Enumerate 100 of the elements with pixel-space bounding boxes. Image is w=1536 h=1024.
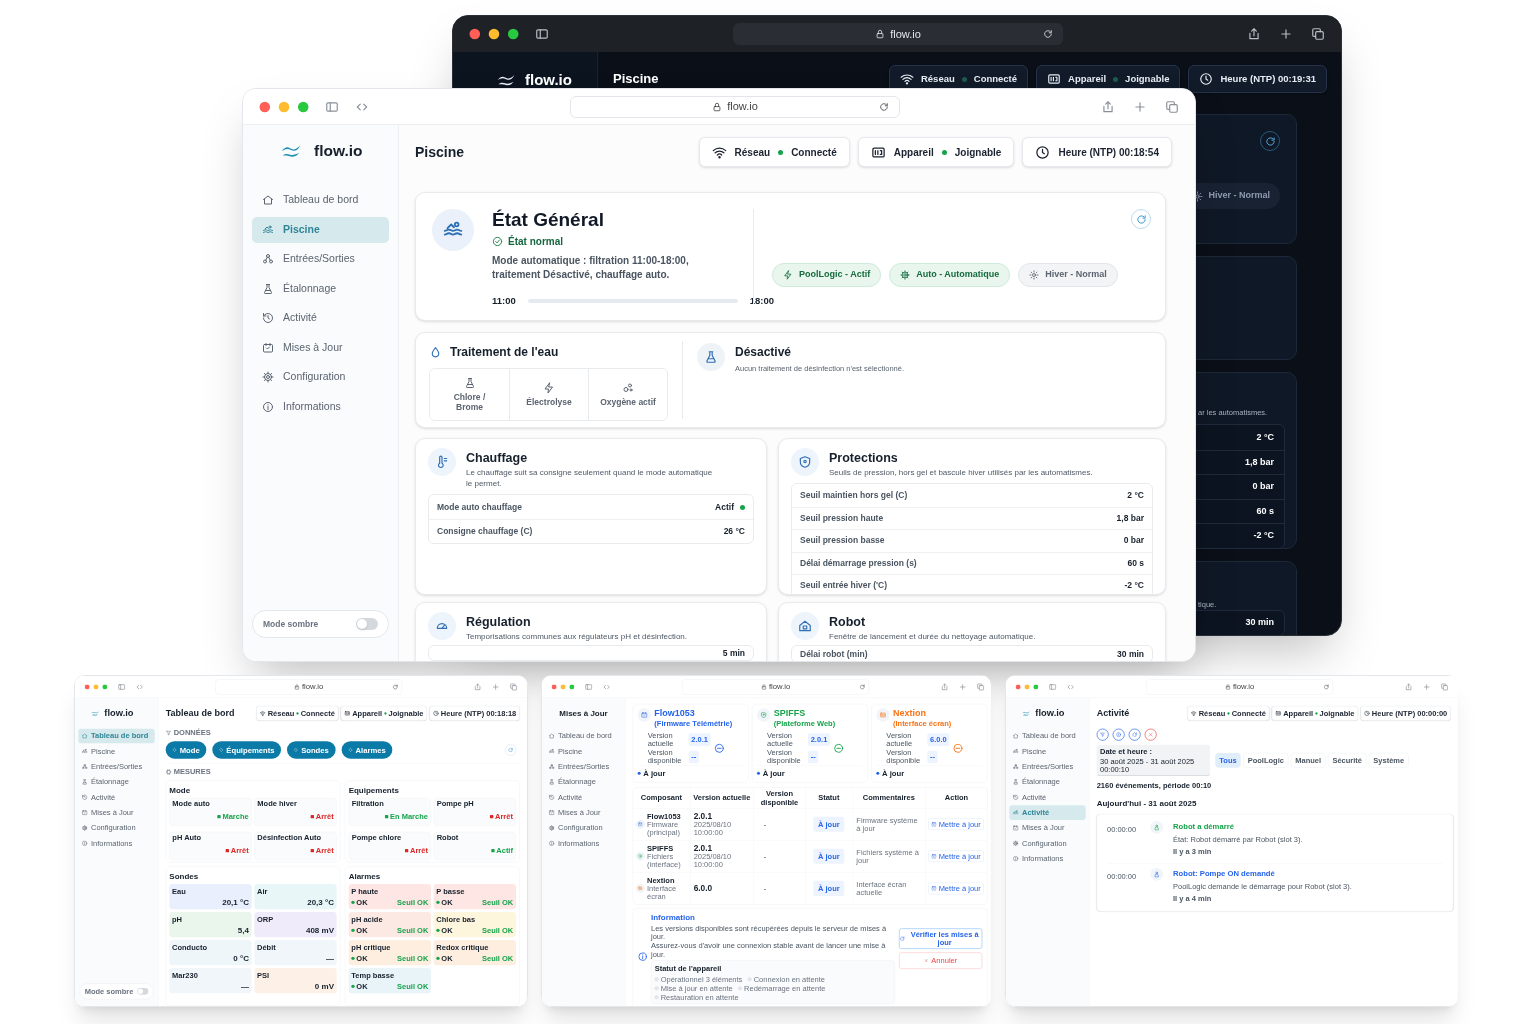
probe-value: 5,4 bbox=[237, 925, 249, 937]
card-title: Chauffage bbox=[466, 451, 529, 465]
nav-item[interactable]: Configuration bbox=[252, 364, 389, 390]
status-text: État normal bbox=[508, 234, 563, 249]
day-heading: Aujourd'hui - 31 août 2025 bbox=[1096, 797, 1198, 810]
table-cell-text: 2.0.1 bbox=[693, 843, 714, 853]
card-title: Mode bbox=[169, 784, 192, 796]
table-cell-text: 2.0.1 bbox=[693, 811, 714, 821]
card-description: Temporisations communes aux régulateurs pH et désinfection. bbox=[466, 631, 688, 642]
device-icon bbox=[870, 144, 886, 160]
settings-icon bbox=[262, 371, 274, 383]
logo-text: flow.io bbox=[1035, 707, 1065, 721]
treatment-option[interactable]: Oxygène actif bbox=[588, 369, 667, 420]
setting-value: 0 bar bbox=[1252, 480, 1274, 493]
card-title: Alarmes bbox=[348, 870, 382, 882]
refresh-icon bbox=[1135, 213, 1147, 225]
setting-value: 1,8 bar bbox=[1116, 511, 1144, 525]
bubbles-icon bbox=[622, 382, 634, 394]
card-title: Sondes bbox=[169, 870, 200, 882]
shield-icon bbox=[798, 455, 812, 469]
refresh-icon bbox=[1264, 135, 1276, 147]
nav-item[interactable]: Tableau de bord bbox=[252, 187, 389, 213]
tabs-icon[interactable] bbox=[1311, 27, 1325, 41]
setting-value: 1,8 bar bbox=[1244, 455, 1274, 469]
swimmer-icon bbox=[262, 223, 274, 236]
address-bar[interactable]: flow.io bbox=[570, 95, 900, 118]
lock-icon bbox=[875, 29, 886, 39]
page-title: Activité bbox=[1096, 707, 1130, 721]
setting-label: Seuil pression basse bbox=[800, 534, 885, 548]
nav-item[interactable]: Piscine bbox=[252, 216, 389, 243]
drop-icon bbox=[429, 345, 442, 359]
nav-item[interactable]: Étalonnage bbox=[252, 275, 389, 302]
setting-label: Seuil maintien hors gel (C) bbox=[800, 488, 908, 502]
card-title: Régulation bbox=[466, 615, 532, 629]
reload-icon[interactable] bbox=[879, 101, 889, 112]
logo-text: flow.io bbox=[525, 70, 572, 90]
nav-item[interactable]: Informations bbox=[252, 393, 389, 420]
page-title: Piscine bbox=[415, 142, 465, 162]
page-title: Piscine bbox=[613, 70, 659, 89]
settings-icon bbox=[900, 270, 911, 280]
new-tab-icon[interactable] bbox=[1279, 27, 1293, 41]
card-description: Mode automatique : filtration 11:00-18:00, traitement Désactivé, chauffage auto. bbox=[492, 254, 690, 282]
status-badge: Réseau Connecté bbox=[698, 137, 850, 167]
logo-text: flow.io bbox=[104, 707, 134, 721]
probe-value: — bbox=[241, 981, 249, 993]
component-name: SPIFFS bbox=[773, 708, 807, 719]
probe-value: 408 mV bbox=[305, 925, 334, 937]
nav-item[interactable]: Mises à Jour bbox=[252, 334, 389, 361]
nav-item[interactable]: Entrées/Sorties bbox=[252, 246, 389, 272]
probe-value: 20,1 °C bbox=[222, 897, 249, 909]
lock-icon bbox=[712, 101, 723, 112]
check-circle-icon bbox=[492, 236, 503, 247]
thermometer-icon bbox=[435, 455, 449, 469]
setting-value: 0 bar bbox=[1123, 534, 1144, 548]
calendar-check-icon bbox=[262, 341, 274, 354]
setting-label: Seuil pression haute bbox=[800, 511, 884, 525]
card-title: État Général bbox=[492, 209, 605, 231]
flask-icon bbox=[704, 350, 718, 364]
sun-icon bbox=[1029, 270, 1040, 280]
dark-mode-toggle[interactable] bbox=[356, 618, 378, 630]
window-controls-icon[interactable] bbox=[469, 28, 519, 40]
setting-value: 60 s bbox=[1127, 556, 1144, 570]
setting-value: -2 °C bbox=[1253, 529, 1274, 542]
clock-badge: Heure (NTP) 00:19:31 bbox=[1188, 65, 1327, 93]
card-title: Robot bbox=[829, 615, 867, 629]
device-icon bbox=[1047, 72, 1062, 86]
setting-label: Délai démarrage pression (s) bbox=[800, 556, 917, 570]
probe-value: 20,3 °C bbox=[307, 897, 334, 909]
flask-icon bbox=[262, 282, 274, 295]
house-icon bbox=[798, 619, 812, 633]
address-bar[interactable]: flow.io bbox=[733, 23, 1063, 45]
info-icon bbox=[262, 400, 274, 413]
setting-value: 5 min bbox=[722, 646, 745, 660]
card-description: Fenêtre de lancement et durée du nettoyage automatique. bbox=[829, 631, 1037, 642]
logo-text: flow.io bbox=[314, 141, 363, 162]
setting-value: 26 °C bbox=[723, 525, 745, 538]
setting-label: Mode auto chauffage bbox=[437, 500, 522, 514]
new-tab-icon[interactable] bbox=[1133, 99, 1147, 114]
dark-mode-toggle[interactable] bbox=[137, 987, 149, 995]
share-icon[interactable] bbox=[1247, 27, 1261, 41]
flask-icon bbox=[463, 377, 476, 389]
clock-icon bbox=[1199, 72, 1214, 86]
table-cell-text: 6.0.0 bbox=[693, 883, 714, 893]
probe-value: — bbox=[325, 953, 334, 965]
mode-badge: Hiver - Normal bbox=[1018, 263, 1118, 287]
sidebar-toggle-icon[interactable] bbox=[325, 99, 339, 114]
setting-value: Actif bbox=[715, 500, 734, 514]
nav-item[interactable]: Activité bbox=[252, 305, 389, 331]
probe-value: 0 mV bbox=[314, 981, 334, 993]
history-icon bbox=[262, 312, 274, 324]
card-description: Seuils de pression, hors gel et bascule hiver utilisés par les automatismes. bbox=[829, 467, 1094, 478]
sidebar-toggle-icon[interactable] bbox=[535, 27, 549, 41]
card-title: Equipements bbox=[348, 784, 400, 796]
bolt-icon bbox=[543, 382, 555, 394]
card-title: Désactivé bbox=[735, 344, 793, 361]
info-title: Information bbox=[651, 912, 696, 924]
toggle-label: Mode sombre bbox=[263, 617, 319, 631]
clock-icon bbox=[1035, 144, 1051, 160]
card-description: Le chauffage suit sa consigne seulement quand le mode automatique le permet. bbox=[466, 467, 714, 489]
mode-badge: PoolLogic - Actif bbox=[772, 263, 882, 287]
